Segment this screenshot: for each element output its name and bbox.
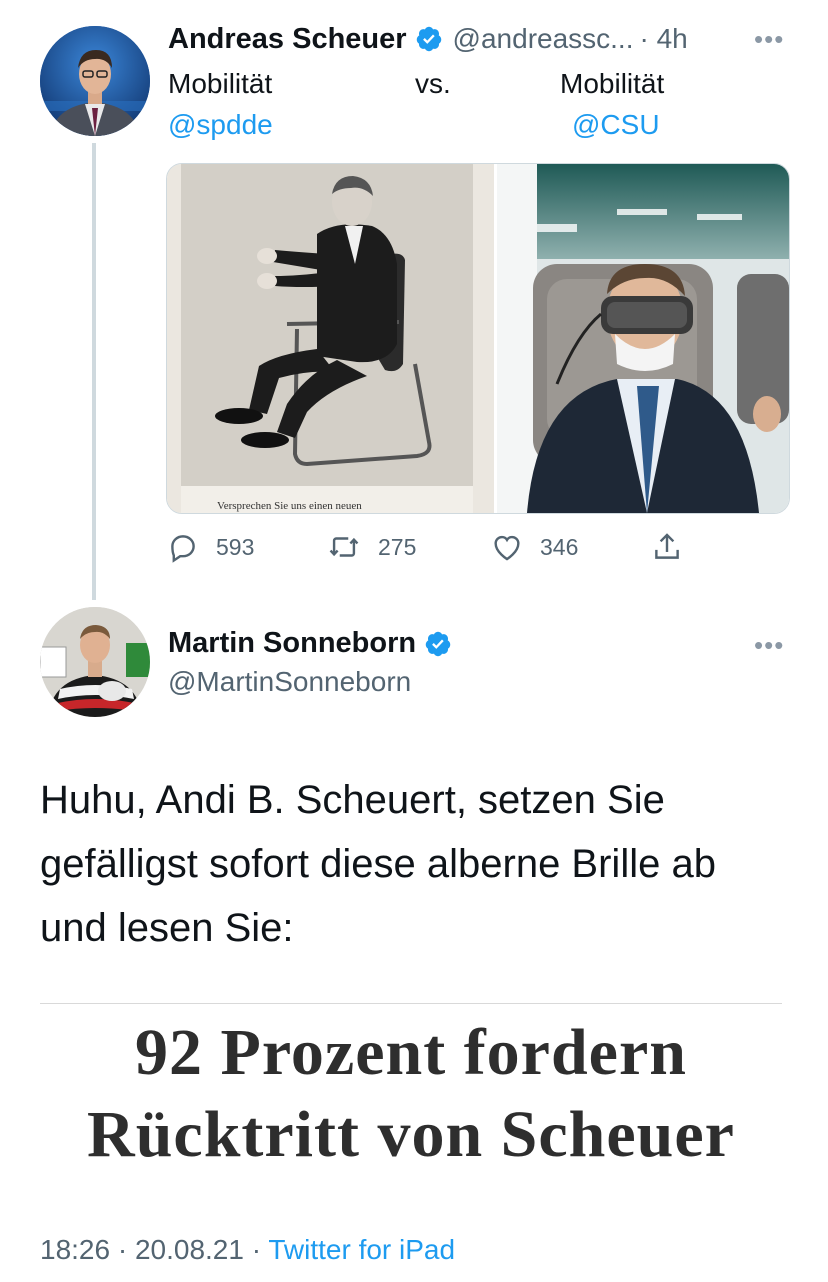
tweet-time[interactable]: · 4h [640, 23, 688, 55]
avatar-scheuer-image [40, 26, 150, 136]
avatar-scheuer[interactable] [40, 26, 150, 136]
headline-line2: Rücktritt von Scheuer [87, 1098, 735, 1171]
mention-spdde[interactable]: @spdde [168, 104, 273, 145]
author-handle[interactable]: @andreassc... [453, 23, 634, 55]
tweet2-body: Huhu, Andi B. Scheuert, setzen Sie gefäl… [40, 768, 716, 960]
headline-line1: 92 Prozent fordern [135, 1016, 687, 1089]
more-icon[interactable]: ••• [754, 24, 784, 55]
share-icon [650, 530, 684, 564]
tweet-header: Andreas Scheuer @andreassc... · 4h [168, 21, 688, 57]
reply-count: 593 [216, 533, 255, 560]
timestamp[interactable]: 18:26 · 20.08.21 · [40, 1234, 268, 1265]
media-grid: Versprechen Sie uns einen neuen [166, 163, 790, 514]
verified-icon [415, 25, 443, 53]
avatar-sonneborn[interactable] [40, 607, 150, 717]
headline-image[interactable]: 92 Prozent fordern Rücktritt von Scheuer [40, 1003, 782, 1183]
author-name-sonneborn[interactable]: Martin Sonneborn [168, 627, 416, 660]
author-name[interactable]: Andreas Scheuer [168, 23, 407, 56]
avatar-sonneborn-image [40, 607, 150, 717]
mention-csu[interactable]: @CSU [572, 104, 660, 145]
reply-action[interactable]: 593 [166, 530, 254, 564]
media-left-caption: Versprechen Sie uns einen neuen [217, 500, 362, 512]
text-mobilitaet-left: Mobilität [168, 68, 273, 99]
text-vs: vs. [415, 68, 451, 99]
thread-connector-line [92, 143, 96, 600]
retweet-count: 275 [378, 533, 417, 560]
tweet2-text-line3: und lesen Sie: [40, 906, 294, 950]
author-handle-sonneborn[interactable]: @MartinSonneborn [168, 666, 411, 698]
share-action[interactable] [650, 530, 684, 564]
retweet-action[interactable]: 275 [326, 530, 416, 564]
text-mobilitaet-right: Mobilität [560, 68, 665, 99]
more-icon[interactable]: ••• [754, 630, 784, 661]
media-image-right[interactable] [497, 164, 789, 513]
media-image-left[interactable]: Versprechen Sie uns einen neuen [167, 164, 494, 513]
like-icon [490, 530, 524, 564]
source-link[interactable]: Twitter for iPad [268, 1234, 455, 1265]
like-count: 346 [540, 533, 579, 560]
tweet2-text-line2: gefälligst sofort diese alberne Brille a… [40, 842, 716, 886]
tweet2-header: Martin Sonneborn [168, 627, 452, 660]
like-action[interactable]: 346 [490, 530, 578, 564]
vr-headset-photo [497, 164, 789, 513]
tweet2-text-line1: Huhu, Andi B. Scheuert, setzen Sie [40, 778, 665, 822]
headline-rule [40, 1003, 782, 1004]
tweet2-meta: 18:26 · 20.08.21 · Twitter for iPad [40, 1234, 455, 1266]
reply-icon [166, 530, 200, 564]
verified-icon [424, 630, 452, 658]
sitting-man-photo: Versprechen Sie uns einen neuen [167, 164, 494, 513]
retweet-icon [326, 530, 362, 564]
